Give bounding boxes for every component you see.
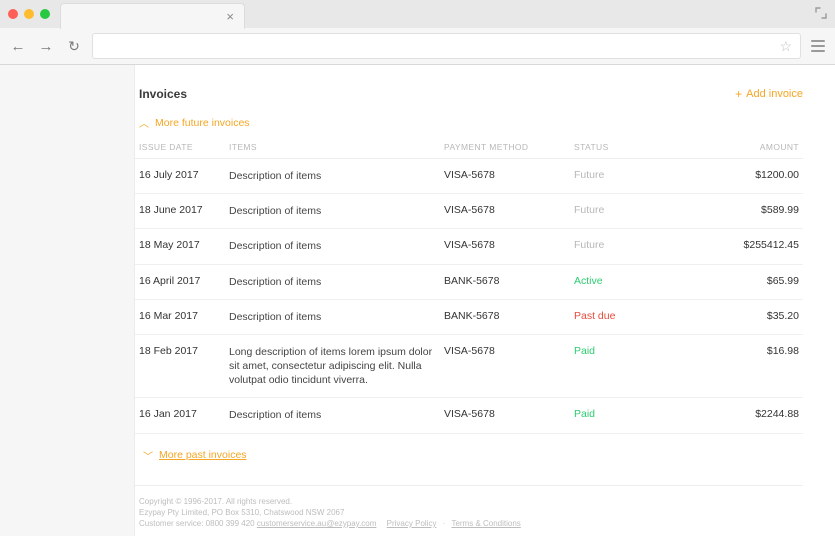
- col-payment-method: PAYMENT METHOD: [440, 134, 570, 159]
- cell-status: Active: [570, 264, 660, 299]
- footer: Copyright © 1996-2017. All rights reserv…: [135, 485, 803, 530]
- cell-status: Future: [570, 229, 660, 264]
- cell-date: 18 June 2017: [135, 194, 225, 229]
- maximize-window-button[interactable]: [40, 9, 50, 19]
- plus-icon: +: [735, 87, 742, 101]
- col-items: ITEMS: [225, 134, 440, 159]
- cell-status: Past due: [570, 299, 660, 334]
- cell-items: Description of items: [225, 264, 440, 299]
- more-future-invoices-link[interactable]: ︿ More future invoices: [139, 115, 803, 130]
- footer-privacy-link[interactable]: Privacy Policy: [387, 519, 437, 528]
- cell-date: 16 Jan 2017: [135, 398, 225, 433]
- table-row[interactable]: 18 May 2017Description of itemsVISA-5678…: [135, 229, 803, 264]
- table-row[interactable]: 16 Mar 2017Description of itemsBANK-5678…: [135, 299, 803, 334]
- cell-items: Description of items: [225, 194, 440, 229]
- more-past-label: More past invoices: [159, 449, 247, 461]
- cell-items: Long description of items lorem ipsum do…: [225, 334, 440, 398]
- minimize-window-button[interactable]: [24, 9, 34, 19]
- footer-address: Ezypay Pty Limited, PO Box 5310, Chatswo…: [139, 507, 803, 518]
- footer-service-prefix: Customer service: 0800 399 420: [139, 519, 257, 528]
- footer-terms-link[interactable]: Terms & Conditions: [451, 519, 520, 528]
- bookmark-star-icon[interactable]: ☆: [779, 38, 792, 55]
- reload-button[interactable]: ↻: [64, 38, 84, 55]
- table-row[interactable]: 16 Jan 2017Description of itemsVISA-5678…: [135, 398, 803, 433]
- cell-amount: $255412.45: [660, 229, 803, 264]
- footer-email-link[interactable]: customerservice.au@ezypay.com: [257, 519, 377, 528]
- col-amount: AMOUNT: [660, 134, 803, 159]
- table-row[interactable]: 18 Feb 2017Long description of items lor…: [135, 334, 803, 398]
- invoices-table: ISSUE DATE ITEMS PAYMENT METHOD STATUS A…: [135, 134, 803, 434]
- more-past-invoices-link[interactable]: ﹀ More past invoices: [143, 448, 803, 463]
- nav-bar: ← → ↻ ☆: [0, 28, 835, 64]
- cell-status: Paid: [570, 334, 660, 398]
- cell-date: 18 May 2017: [135, 229, 225, 264]
- hamburger-menu-icon[interactable]: [809, 38, 827, 54]
- cell-status: Paid: [570, 398, 660, 433]
- cell-payment: VISA-5678: [440, 194, 570, 229]
- cell-date: 16 Mar 2017: [135, 299, 225, 334]
- more-future-label: More future invoices: [155, 117, 250, 129]
- browser-chrome: × ← → ↻ ☆: [0, 0, 835, 65]
- cell-payment: BANK-5678: [440, 264, 570, 299]
- cell-amount: $16.98: [660, 334, 803, 398]
- cell-amount: $1200.00: [660, 159, 803, 194]
- cell-amount: $65.99: [660, 264, 803, 299]
- cell-items: Description of items: [225, 159, 440, 194]
- left-gutter: [0, 65, 135, 536]
- expand-window-icon[interactable]: [815, 6, 827, 22]
- back-button[interactable]: ←: [8, 38, 28, 55]
- tab-bar: ×: [0, 0, 835, 28]
- add-invoice-label: Add invoice: [746, 88, 803, 100]
- chevron-up-icon: ︿: [139, 115, 149, 130]
- table-row[interactable]: 16 July 2017Description of itemsVISA-567…: [135, 159, 803, 194]
- table-row[interactable]: 18 June 2017Description of itemsVISA-567…: [135, 194, 803, 229]
- cell-status: Future: [570, 194, 660, 229]
- cell-date: 18 Feb 2017: [135, 334, 225, 398]
- cell-payment: VISA-5678: [440, 398, 570, 433]
- forward-button[interactable]: →: [36, 38, 56, 55]
- cell-date: 16 April 2017: [135, 264, 225, 299]
- window-controls: [8, 9, 50, 19]
- browser-tab[interactable]: ×: [60, 3, 245, 29]
- cell-items: Description of items: [225, 299, 440, 334]
- add-invoice-button[interactable]: + Add invoice: [735, 87, 803, 101]
- cell-amount: $35.20: [660, 299, 803, 334]
- main-content: Invoices + Add invoice ︿ More future inv…: [135, 65, 835, 536]
- close-window-button[interactable]: [8, 9, 18, 19]
- cell-amount: $589.99: [660, 194, 803, 229]
- col-issue-date: ISSUE DATE: [135, 134, 225, 159]
- cell-items: Description of items: [225, 398, 440, 433]
- page-title: Invoices: [139, 87, 187, 101]
- cell-payment: BANK-5678: [440, 299, 570, 334]
- table-row[interactable]: 16 April 2017Description of itemsBANK-56…: [135, 264, 803, 299]
- cell-amount: $2244.88: [660, 398, 803, 433]
- cell-date: 16 July 2017: [135, 159, 225, 194]
- cell-payment: VISA-5678: [440, 159, 570, 194]
- cell-status: Future: [570, 159, 660, 194]
- close-tab-icon[interactable]: ×: [226, 10, 234, 23]
- url-bar[interactable]: ☆: [92, 33, 801, 59]
- footer-copyright: Copyright © 1996-2017. All rights reserv…: [139, 496, 803, 507]
- cell-payment: VISA-5678: [440, 334, 570, 398]
- col-status: STATUS: [570, 134, 660, 159]
- cell-items: Description of items: [225, 229, 440, 264]
- cell-payment: VISA-5678: [440, 229, 570, 264]
- chevron-down-icon: ﹀: [143, 448, 153, 463]
